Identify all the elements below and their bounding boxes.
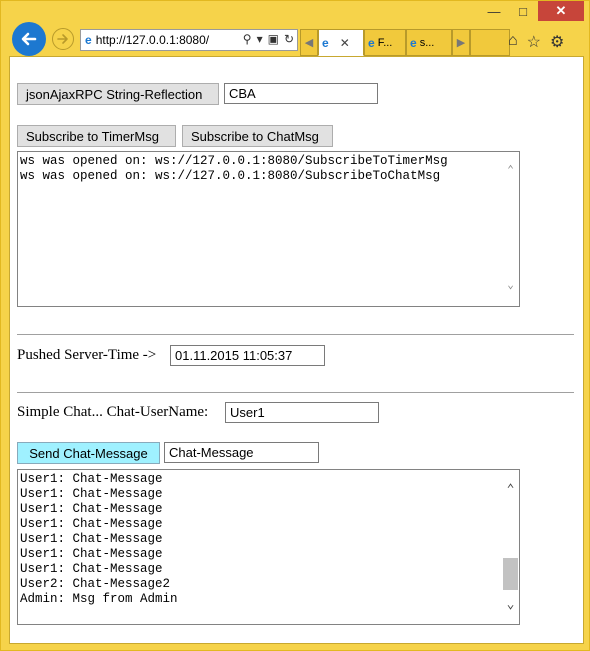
chat-line: User1: Chat-Message (20, 562, 163, 576)
page-content: jsonAjaxRPC String-Reflection Subscribe … (9, 56, 584, 644)
forward-button[interactable] (52, 28, 74, 50)
subscribe-chat-button[interactable]: Subscribe to ChatMsg (182, 125, 333, 147)
browser-window: — □ ✕ e http://127.0.0.1:8080/ ⚲ ▾ ▣ ↻ ◀… (0, 0, 590, 651)
chat-line: User1: Chat-Message (20, 472, 163, 486)
divider (17, 392, 574, 393)
chat-log-textarea[interactable]: User1: Chat-Message User1: Chat-Message … (17, 469, 520, 625)
close-window-button[interactable]: ✕ (538, 1, 584, 21)
tab-active[interactable]: e ✕ (318, 29, 364, 56)
forward-arrow-icon (57, 34, 68, 44)
chat-username-label: Simple Chat... Chat-UserName: (17, 404, 209, 420)
chat-line: User1: Chat-Message (20, 532, 163, 546)
chat-username-input[interactable] (225, 402, 379, 423)
send-chat-button[interactable]: Send Chat-Message (17, 442, 160, 464)
back-arrow-icon (21, 32, 37, 46)
chat-line: User1: Chat-Message (20, 547, 163, 561)
browser-toolbar: ⌂ ☆ ⚙ (508, 32, 564, 52)
scroll-up-icon[interactable]: ⌃ (504, 164, 517, 179)
tab-third[interactable]: e s... (406, 29, 452, 56)
server-time-field[interactable] (170, 345, 325, 366)
scrollbar[interactable]: ⌃ ⌄ (502, 470, 519, 624)
log-line: ws was opened on: ws://127.0.0.1:8080/Su… (20, 154, 448, 168)
chat-line: User1: Chat-Message (20, 502, 163, 516)
ie-tab-icon: e (410, 35, 417, 50)
ie-tab-icon: e (368, 35, 375, 50)
dropdown-icon[interactable]: ▾ (257, 32, 263, 46)
address-url: http://127.0.0.1:8080/ (95, 33, 210, 47)
scroll-up-icon[interactable]: ⌃ (504, 482, 517, 497)
tab-second[interactable]: e F... (364, 29, 406, 56)
rpc-input[interactable] (224, 83, 378, 104)
ie-page-icon: e (85, 33, 92, 47)
tab-label: F... (377, 36, 393, 49)
back-button[interactable] (12, 22, 46, 56)
subscribe-timer-button[interactable]: Subscribe to TimerMsg (17, 125, 176, 147)
chat-line: User2: Chat-Message2 (20, 577, 171, 591)
chat-line: Admin: Msg from Admin (20, 592, 178, 606)
tab-label: s... (419, 36, 435, 49)
gear-icon[interactable]: ⚙ (550, 32, 564, 52)
rpc-button[interactable]: jsonAjaxRPC String-Reflection (17, 83, 219, 105)
compatibility-icon[interactable]: ▣ (268, 32, 279, 46)
address-bar[interactable]: e http://127.0.0.1:8080/ ⚲ ▾ ▣ ↻ (80, 29, 298, 51)
server-time-label: Pushed Server-Time -> (17, 347, 157, 363)
scrollbar[interactable]: ⌃ ⌄ (502, 152, 519, 306)
scroll-down-icon[interactable]: ⌄ (504, 597, 517, 612)
tab-strip: ◀ e ✕ e F... e s... ▶ (300, 29, 510, 56)
maximize-button[interactable]: □ (510, 1, 536, 21)
tab-close-icon[interactable]: ✕ (340, 36, 350, 50)
chat-line: User1: Chat-Message (20, 517, 163, 531)
chat-message-input[interactable] (164, 442, 319, 463)
chat-line: User1: Chat-Message (20, 487, 163, 501)
refresh-icon[interactable]: ↻ (284, 32, 294, 46)
log-line: ws was opened on: ws://127.0.0.1:8080/Su… (20, 169, 441, 183)
tab-scroll-right[interactable]: ▶ (452, 29, 470, 56)
ie-tab-icon: e (322, 35, 329, 50)
divider (17, 334, 574, 335)
scroll-down-icon[interactable]: ⌄ (504, 279, 517, 294)
scroll-thumb[interactable] (503, 558, 518, 590)
home-icon[interactable]: ⌂ (508, 32, 518, 52)
new-tab-button[interactable] (470, 29, 510, 56)
ws-log-textarea[interactable]: ws was opened on: ws://127.0.0.1:8080/Su… (17, 151, 520, 307)
minimize-button[interactable]: — (481, 1, 507, 21)
search-icon[interactable]: ⚲ (243, 32, 252, 46)
star-icon[interactable]: ☆ (527, 32, 541, 52)
tab-scroll-left[interactable]: ◀ (300, 29, 318, 56)
